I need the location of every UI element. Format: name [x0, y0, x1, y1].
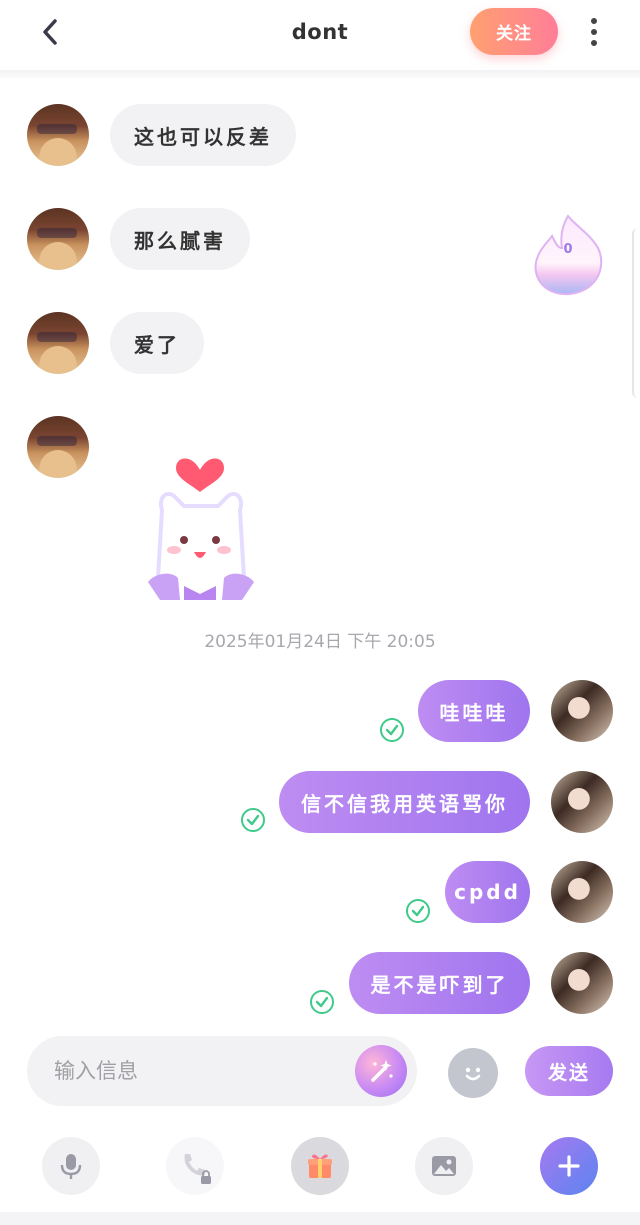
follow-button[interactable]: 关注 [470, 8, 558, 55]
emoji-button[interactable] [448, 1048, 498, 1098]
send-button[interactable]: 发送 [525, 1046, 613, 1096]
my-avatar[interactable] [551, 771, 613, 833]
mic-icon [60, 1154, 82, 1179]
voice-button[interactable] [42, 1137, 100, 1195]
magic-wand-button[interactable] [355, 1045, 407, 1097]
more-actions-button[interactable] [540, 1137, 598, 1195]
message-bubble-outgoing[interactable]: cpdd [445, 861, 530, 923]
read-check-icon [380, 718, 404, 742]
message-bubble-outgoing[interactable]: 是不是吓到了 [349, 952, 530, 1014]
more-dot-icon [591, 18, 597, 25]
bottom-safe-area [0, 1212, 640, 1225]
message-composer [27, 1036, 417, 1106]
more-dot-icon [591, 39, 597, 46]
plus-icon [558, 1155, 580, 1177]
intimacy-flame-widget[interactable]: 0 [532, 214, 604, 298]
image-icon [432, 1156, 456, 1176]
gift-icon [308, 1154, 332, 1178]
contact-avatar[interactable] [27, 416, 89, 478]
message-bubble-incoming[interactable]: 那么腻害 [110, 208, 250, 270]
phone-locked-icon [184, 1154, 211, 1184]
message-bubble-outgoing[interactable]: 哇哇哇 [418, 680, 530, 742]
top-nav-bar: dont 关注 [0, 0, 640, 74]
message-bubble-incoming[interactable]: 爱了 [110, 312, 204, 374]
header-divider [0, 70, 640, 78]
my-avatar[interactable] [551, 952, 613, 1014]
flame-count: 0 [563, 242, 573, 257]
smiley-face-icon [465, 1067, 481, 1081]
more-options-button[interactable] [583, 16, 605, 48]
magic-wand-icon [371, 1060, 393, 1082]
contact-avatar[interactable] [27, 208, 89, 270]
more-dot-icon [591, 28, 597, 35]
my-avatar[interactable] [551, 680, 613, 742]
contact-avatar[interactable] [27, 104, 89, 166]
message-input[interactable] [54, 1036, 354, 1106]
image-button[interactable] [415, 1137, 473, 1195]
cat-heart-sticker-icon [148, 458, 254, 600]
voice-call-button[interactable] [166, 1137, 224, 1195]
gift-button[interactable] [291, 1137, 349, 1195]
read-check-icon [406, 899, 430, 923]
read-check-icon [310, 990, 334, 1014]
sticker-message[interactable] [140, 448, 262, 600]
message-timestamp: 2025年01月24日 下午 20:05 [204, 632, 436, 652]
read-check-icon [241, 808, 265, 832]
contact-avatar[interactable] [27, 312, 89, 374]
my-avatar[interactable] [551, 861, 613, 923]
side-drawer-handle[interactable] [632, 228, 640, 398]
message-bubble-outgoing[interactable]: 信不信我用英语骂你 [279, 771, 530, 833]
message-bubble-incoming[interactable]: 这也可以反差 [110, 104, 296, 166]
